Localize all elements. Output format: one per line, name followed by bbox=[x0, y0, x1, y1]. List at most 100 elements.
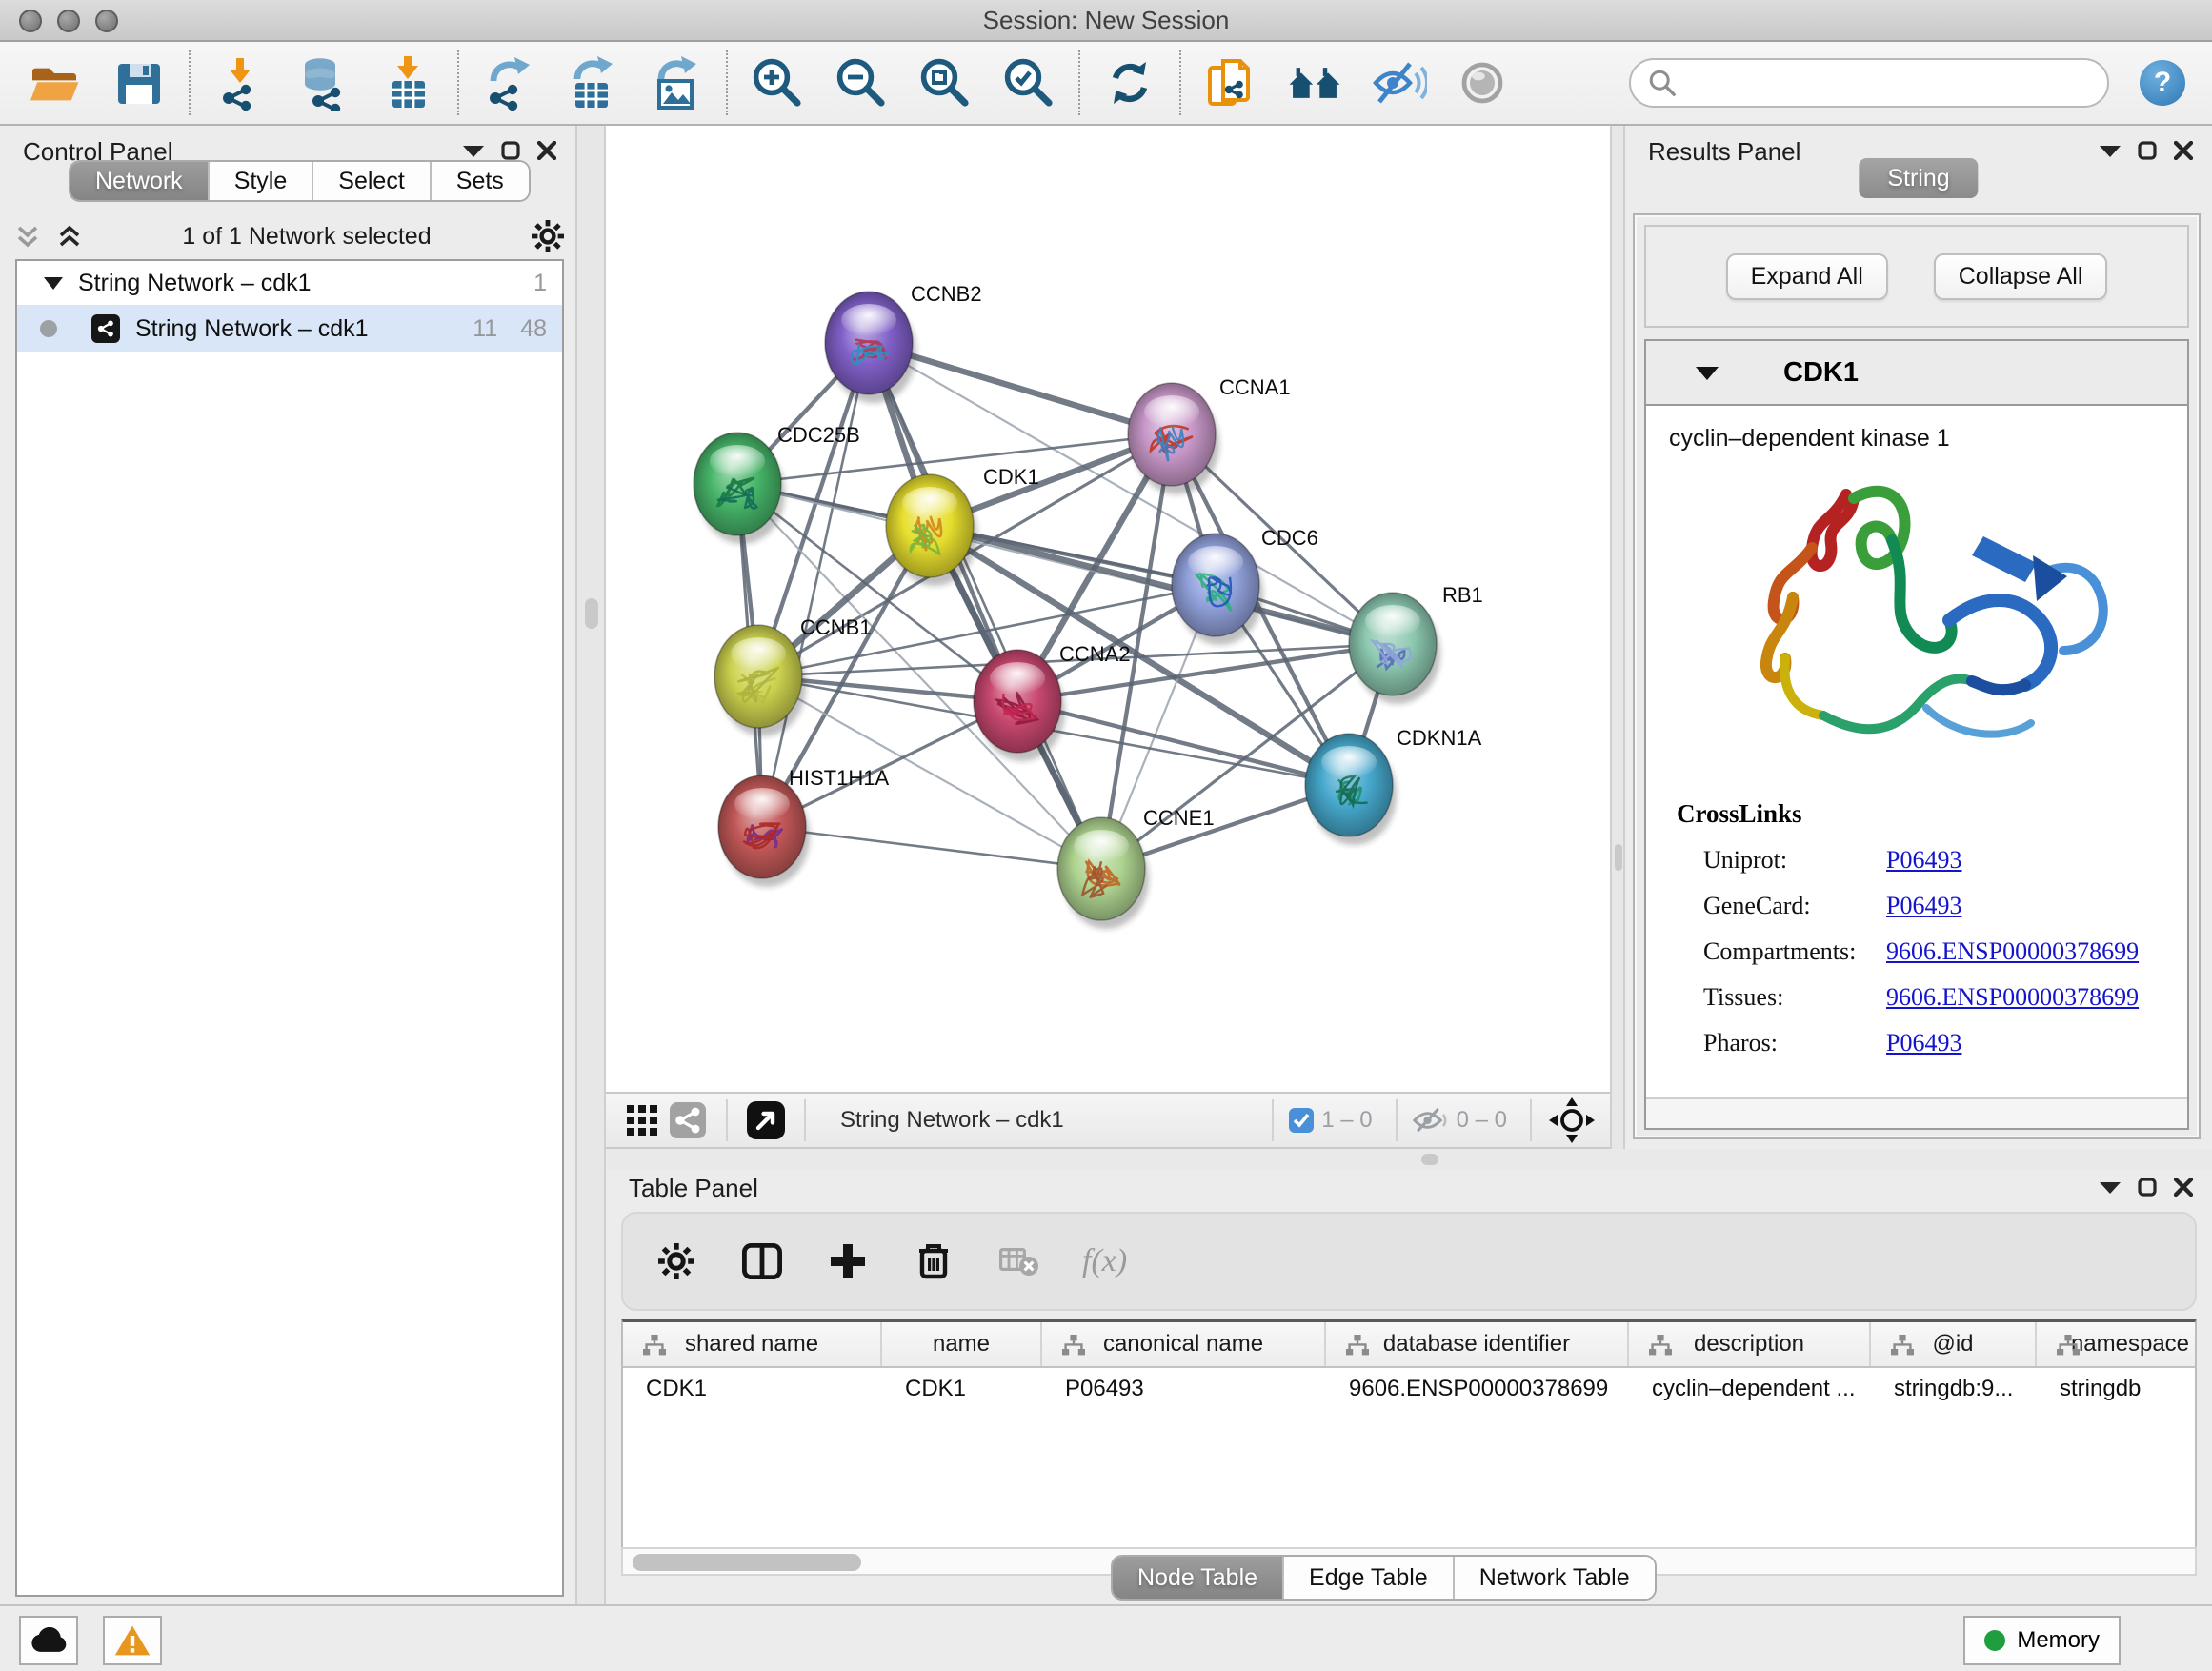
table-cell[interactable]: stringdb:9... bbox=[1871, 1368, 2037, 1412]
float-panel-icon[interactable] bbox=[2138, 141, 2157, 160]
network-collection-row[interactable]: String Network – cdk1 1 bbox=[17, 261, 562, 305]
import-table-icon[interactable] bbox=[379, 54, 436, 111]
crosslink-value[interactable]: 9606.ENSP00000378699 bbox=[1886, 983, 2139, 1012]
column-header-name[interactable]: name bbox=[882, 1322, 1042, 1366]
close-panel-icon[interactable] bbox=[2174, 141, 2193, 160]
network-node[interactable]: CCNA2 bbox=[974, 642, 1131, 761]
results-panel: Results Panel String Expand All Collapse… bbox=[1625, 126, 2212, 1149]
tab-string[interactable]: String bbox=[1859, 158, 1978, 198]
export-network-icon[interactable] bbox=[480, 54, 537, 111]
save-session-icon[interactable] bbox=[111, 54, 168, 111]
refresh-icon[interactable] bbox=[1101, 54, 1158, 111]
gear-icon[interactable] bbox=[532, 220, 564, 252]
node-details-scrollbar[interactable] bbox=[1646, 1097, 2187, 1128]
table-options-gear-icon[interactable] bbox=[654, 1238, 699, 1284]
right-splitter[interactable] bbox=[1610, 126, 1625, 1149]
float-panel-icon[interactable] bbox=[501, 141, 520, 160]
panel-menu-icon[interactable] bbox=[2100, 1179, 2121, 1195]
warnings-button[interactable] bbox=[103, 1616, 162, 1665]
home-icon[interactable] bbox=[1286, 54, 1343, 111]
table-cell[interactable]: cyclin–dependent ... bbox=[1629, 1368, 1871, 1412]
birds-eye-view-icon[interactable] bbox=[743, 1097, 789, 1143]
column-header-namespace[interactable]: namespace bbox=[2037, 1322, 2197, 1366]
section-caret-icon[interactable] bbox=[1696, 364, 1719, 381]
hide-panel-icon[interactable] bbox=[1370, 54, 1427, 111]
zoom-in-icon[interactable] bbox=[749, 54, 806, 111]
horizontal-splitter[interactable] bbox=[606, 1149, 2212, 1170]
add-column-icon[interactable] bbox=[825, 1238, 871, 1284]
tab-network[interactable]: Network bbox=[70, 162, 210, 200]
import-network-icon[interactable] bbox=[211, 54, 269, 111]
search-input[interactable] bbox=[1688, 70, 2090, 96]
crosslink-value[interactable]: P06493 bbox=[1886, 1029, 1961, 1057]
tab-node-table[interactable]: Node Table bbox=[1113, 1557, 1284, 1599]
fit-content-icon[interactable] bbox=[1547, 1096, 1597, 1145]
left-splitter[interactable] bbox=[575, 126, 606, 1604]
memory-button[interactable]: Memory bbox=[1963, 1616, 2121, 1665]
hidden-eye-icon[interactable] bbox=[1413, 1107, 1449, 1134]
grid-view-icon[interactable] bbox=[619, 1097, 665, 1143]
network-node[interactable]: HIST1H1A bbox=[718, 766, 889, 887]
zoom-selected-icon[interactable] bbox=[1000, 54, 1057, 111]
crosslink-value[interactable]: P06493 bbox=[1886, 892, 1961, 920]
network-node[interactable]: CCNA1 bbox=[1128, 375, 1291, 494]
network-row[interactable]: String Network – cdk1 11 48 bbox=[17, 305, 562, 352]
tab-network-table[interactable]: Network Table bbox=[1455, 1557, 1655, 1599]
network-edge[interactable] bbox=[1017, 701, 1349, 785]
table-cell[interactable]: 9606.ENSP00000378699 bbox=[1326, 1368, 1629, 1412]
panel-menu-icon[interactable] bbox=[2100, 143, 2121, 158]
table-cell[interactable]: CDK1 bbox=[623, 1368, 882, 1412]
table-cell[interactable]: P06493 bbox=[1042, 1368, 1326, 1412]
share-view-icon[interactable] bbox=[665, 1097, 711, 1143]
help-icon[interactable]: ? bbox=[2140, 60, 2185, 106]
scrollbar-thumb[interactable] bbox=[633, 1554, 861, 1571]
close-panel-icon[interactable] bbox=[2174, 1178, 2193, 1197]
show-panel-icon[interactable] bbox=[1454, 54, 1511, 111]
crosslink-value[interactable]: 9606.ENSP00000378699 bbox=[1886, 937, 2139, 966]
network-edge[interactable] bbox=[762, 343, 869, 827]
network-node[interactable]: CCNE1 bbox=[1057, 806, 1215, 929]
table-cell[interactable]: stringdb bbox=[2037, 1368, 2197, 1412]
open-session-icon[interactable] bbox=[27, 54, 84, 111]
tab-style[interactable]: Style bbox=[210, 162, 314, 200]
cloud-status-button[interactable] bbox=[19, 1616, 78, 1665]
table-row[interactable]: CDK1CDK1P064939606.ENSP00000378699cyclin… bbox=[623, 1368, 2195, 1412]
search-field[interactable] bbox=[1629, 58, 2109, 108]
zoom-out-icon[interactable] bbox=[833, 54, 890, 111]
copy-document-icon[interactable] bbox=[1202, 54, 1259, 111]
import-database-icon[interactable] bbox=[295, 54, 352, 111]
tab-edge-table[interactable]: Edge Table bbox=[1284, 1557, 1455, 1599]
close-panel-icon[interactable] bbox=[537, 141, 556, 160]
table-cell[interactable]: CDK1 bbox=[882, 1368, 1042, 1412]
collapse-all-button[interactable]: Collapse All bbox=[1934, 253, 2108, 300]
tab-select[interactable]: Select bbox=[313, 162, 431, 200]
expand-all-button[interactable]: Expand All bbox=[1726, 253, 1888, 300]
network-canvas[interactable]: CCNB2CCNA1CDC25BCDK1CDC6RB1CCNB1CCNA2CDK… bbox=[606, 126, 1610, 1092]
zoom-fit-icon[interactable] bbox=[916, 54, 974, 111]
network-node[interactable]: CCNB2 bbox=[825, 282, 982, 403]
column-header-description[interactable]: description bbox=[1629, 1322, 1871, 1366]
column-header-database-identifier[interactable]: database identifier bbox=[1326, 1322, 1629, 1366]
selected-indicator-checkbox[interactable] bbox=[1289, 1108, 1314, 1133]
column-header-shared-name[interactable]: shared name bbox=[623, 1322, 882, 1366]
export-image-icon[interactable] bbox=[648, 54, 705, 111]
network-edge[interactable] bbox=[762, 827, 1101, 869]
panel-menu-icon[interactable] bbox=[463, 143, 484, 158]
network-edge[interactable] bbox=[930, 526, 1393, 644]
column-header-canonical-name[interactable]: canonical name bbox=[1042, 1322, 1326, 1366]
column-header--id[interactable]: @id bbox=[1871, 1322, 2037, 1366]
export-table-icon[interactable] bbox=[564, 54, 621, 111]
expand-all-icon[interactable] bbox=[57, 224, 82, 249]
network-node[interactable]: CDC6 bbox=[1172, 526, 1318, 645]
network-node[interactable]: RB1 bbox=[1349, 583, 1483, 704]
network-node[interactable]: CDKN1A bbox=[1305, 726, 1482, 845]
delete-column-icon[interactable] bbox=[911, 1238, 956, 1284]
collapse-all-icon[interactable] bbox=[15, 224, 40, 249]
show-columns-icon[interactable] bbox=[739, 1238, 785, 1284]
network-edge[interactable] bbox=[869, 343, 1101, 869]
float-panel-icon[interactable] bbox=[2138, 1178, 2157, 1197]
crosslink-value[interactable]: P06493 bbox=[1886, 846, 1961, 875]
tab-sets[interactable]: Sets bbox=[432, 162, 529, 200]
node-details-header[interactable]: CDK1 bbox=[1646, 341, 2187, 406]
expanded-caret-icon[interactable] bbox=[44, 275, 63, 291]
